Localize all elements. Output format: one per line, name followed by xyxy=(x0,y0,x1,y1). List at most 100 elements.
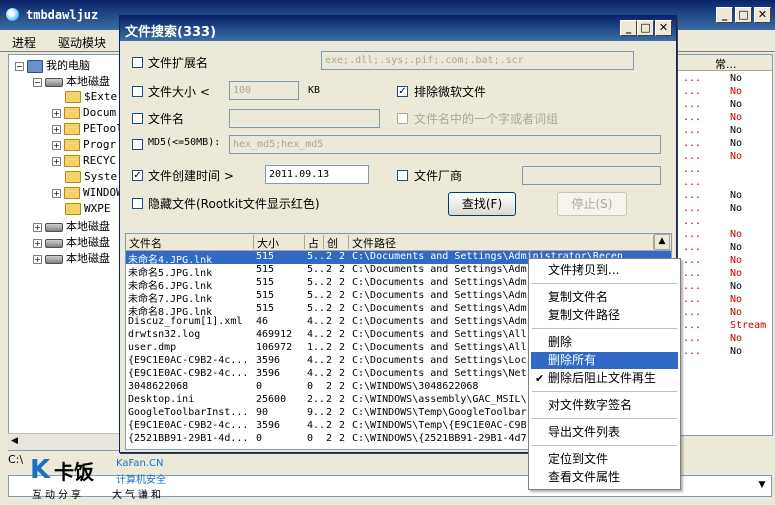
vendor-label: 文件厂商 xyxy=(414,169,463,183)
tree-item-folder[interactable]: Syster xyxy=(65,170,121,183)
list-item[interactable]: ... No xyxy=(677,203,772,216)
menu-drivers[interactable]: 驱动模块 xyxy=(58,34,106,51)
list-item[interactable]: ... No xyxy=(677,138,772,151)
tree-item-folder[interactable]: + PETool xyxy=(52,122,121,135)
expand-icon[interactable]: + xyxy=(52,188,61,198)
collapse-icon[interactable]: − xyxy=(33,77,42,87)
tree-item-drive[interactable]: + 本地磁盘 xyxy=(33,250,110,265)
list-item[interactable]: ... No xyxy=(677,151,772,164)
list-item[interactable]: ... No xyxy=(677,255,772,268)
list-item[interactable]: ... No xyxy=(677,242,772,255)
expand-icon[interactable]: + xyxy=(33,222,42,232)
scroll-up-icon[interactable]: ▲ xyxy=(654,234,670,250)
cell-modified: 2 xyxy=(339,433,346,444)
cell-truncated: ... xyxy=(683,242,702,253)
menu-locate-file[interactable]: 定位到文件 xyxy=(531,451,678,468)
expand-icon[interactable]: + xyxy=(52,124,61,134)
ctime-input[interactable]: 2011.09.13 xyxy=(265,165,369,184)
maximize-button[interactable]: □ xyxy=(735,7,752,23)
menu-copy-filename[interactable]: 复制文件名 xyxy=(531,289,678,306)
size-input[interactable]: 100 xyxy=(229,81,299,100)
list-item[interactable]: ... No xyxy=(677,86,772,99)
scroll-left-icon[interactable]: ◀ xyxy=(11,436,18,446)
list-item[interactable]: ... No xyxy=(677,307,772,320)
md5-checkbox[interactable] xyxy=(132,139,143,150)
list-item[interactable]: ... No xyxy=(677,268,772,281)
stop-button[interactable]: 停止(S) xyxy=(557,192,627,216)
list-item[interactable]: ... Stream xyxy=(677,320,772,333)
ext-checkbox[interactable] xyxy=(132,57,143,68)
dialog-minimize-button[interactable]: _ xyxy=(620,20,637,36)
name-input[interactable] xyxy=(229,109,380,128)
list-item[interactable]: ... xyxy=(677,177,772,190)
menu-process[interactable]: 进程 xyxy=(12,34,36,51)
cell-truncated: ... xyxy=(683,151,702,162)
tree-item-my-computer[interactable]: − 我的电脑 xyxy=(15,57,90,73)
tree-item-drive[interactable]: + 本地磁盘 xyxy=(33,218,110,233)
right-result-list[interactable]: 常... ... No... No... No... No... No... No... No… xyxy=(676,54,773,436)
dialog-maximize-button[interactable]: □ xyxy=(637,20,654,36)
menu-file-properties[interactable]: 查看文件属性 xyxy=(531,469,678,486)
expand-icon[interactable]: + xyxy=(33,254,42,264)
column-header-size[interactable]: 大小 xyxy=(254,235,305,249)
expand-icon[interactable]: + xyxy=(52,140,61,150)
cell-common: No xyxy=(730,73,743,84)
name-checkbox[interactable] xyxy=(132,113,143,124)
list-item[interactable]: ... xyxy=(677,216,772,229)
column-header-path[interactable]: 文件路径 xyxy=(349,235,654,249)
list-item[interactable]: ... No xyxy=(677,73,772,86)
tree-item-folder[interactable]: + RECYC xyxy=(52,154,116,167)
file-tree[interactable]: − 我的电脑 − 本地磁盘 $Exte + Docum + PETool + Progr … xyxy=(8,54,122,451)
tree-item-folder[interactable]: WXPE xyxy=(65,202,111,215)
expand-icon[interactable]: + xyxy=(52,108,61,118)
menu-sign-file[interactable]: 对文件数字签名 xyxy=(531,397,678,414)
tree-item-drive[interactable]: − 本地磁盘 xyxy=(33,73,110,88)
expand-icon[interactable]: + xyxy=(33,238,42,248)
expand-icon[interactable]: + xyxy=(52,156,61,166)
list-item[interactable]: ... No xyxy=(677,281,772,294)
minimize-button[interactable]: _ xyxy=(716,7,733,23)
ctime-checkbox[interactable]: ✓ xyxy=(132,170,143,181)
list-item[interactable]: ... No xyxy=(677,294,772,307)
list-item[interactable]: ... No xyxy=(677,229,772,242)
menu-delete-all[interactable]: 删除所有 xyxy=(531,352,678,369)
md5-input[interactable]: hex_md5;hex_md5 xyxy=(229,135,661,154)
hidden-checkbox[interactable] xyxy=(132,198,143,209)
list-item[interactable]: ... No xyxy=(677,99,772,112)
list-item[interactable]: ... xyxy=(677,164,772,177)
tree-item-folder[interactable]: + WINDOW xyxy=(52,186,121,199)
list-item[interactable]: ... No xyxy=(677,125,772,138)
menu-delete[interactable]: 删除 xyxy=(531,334,678,351)
ext-input[interactable]: exe;.dll;.sys;.pif;.com;.bat;.scr xyxy=(321,51,634,70)
exclude-ms-checkbox[interactable]: ✓ xyxy=(397,86,408,97)
tree-item-drive[interactable]: + 本地磁盘 xyxy=(33,234,110,249)
vendor-checkbox[interactable] xyxy=(397,170,408,181)
tree-horizontal-scrollbar[interactable]: ◀ xyxy=(8,433,120,450)
column-header-common[interactable]: 常... xyxy=(715,56,737,72)
list-item[interactable]: ... No xyxy=(677,333,772,346)
column-header-filename[interactable]: 文件名 xyxy=(126,235,254,249)
list-item[interactable]: ... No xyxy=(677,346,772,359)
menu-copy-filepath[interactable]: 复制文件路径 xyxy=(531,307,678,324)
close-button[interactable]: ✕ xyxy=(754,7,771,23)
menu-copy-file-to[interactable]: 文件拷贝到... xyxy=(531,262,678,279)
column-header-created[interactable]: 创 xyxy=(324,235,349,249)
tree-item-folder[interactable]: $Exte xyxy=(65,90,117,103)
vendor-input[interactable] xyxy=(522,166,661,185)
tree-item-folder[interactable]: + Docum xyxy=(52,106,116,119)
column-header-occupied[interactable]: 占 xyxy=(305,235,324,249)
size-checkbox[interactable] xyxy=(132,86,143,97)
menu-delete-prevent-regen[interactable]: ✔ 删除后阻止文件再生 xyxy=(531,370,678,387)
cell-created: 2 xyxy=(326,290,333,301)
dialog-close-button[interactable]: ✕ xyxy=(655,20,672,36)
tree-item-folder[interactable]: + Progr xyxy=(52,138,116,151)
list-item[interactable]: ... No xyxy=(677,112,772,125)
menu-export-list[interactable]: 导出文件列表 xyxy=(531,424,678,441)
cell-common: No xyxy=(730,151,743,162)
list-item[interactable]: ... No xyxy=(677,190,772,203)
name-part-checkbox[interactable] xyxy=(397,113,408,124)
folder-icon xyxy=(64,139,80,151)
find-button[interactable]: 查找(F) xyxy=(448,192,516,216)
dropdown-arrow-icon[interactable]: ▼ xyxy=(754,476,770,494)
collapse-icon[interactable]: − xyxy=(15,61,24,71)
